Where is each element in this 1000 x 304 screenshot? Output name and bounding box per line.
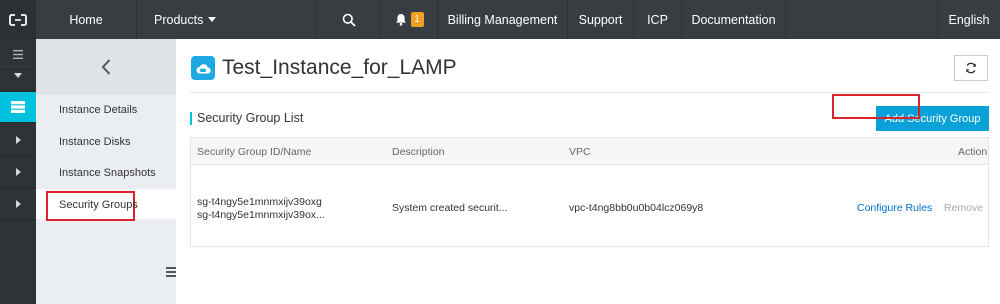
- expand-down-icon[interactable]: [0, 61, 36, 91]
- top-navigation-bar: Home Products 1 Billing Management Suppo…: [0, 0, 1000, 39]
- section-title: Security Group List: [197, 111, 304, 125]
- security-group-table: Security Group ID/Name Description VPC A…: [190, 137, 989, 247]
- page-title: Test_Instance_for_LAMP: [222, 56, 457, 79]
- cloud-instance-icon: [191, 56, 215, 80]
- remove-link[interactable]: Remove: [944, 202, 983, 214]
- security-group-vpc: vpc-t4ng8bb0u0b04lcz069y8: [569, 202, 704, 214]
- notifications-button[interactable]: 1: [381, 0, 438, 39]
- nav-support[interactable]: Support: [568, 0, 634, 39]
- main-content: Test_Instance_for_LAMP Security Group Li…: [176, 39, 1000, 304]
- security-group-name: sg-t4ngy5e1mnmxijv39ox...: [197, 209, 325, 221]
- refresh-button[interactable]: [954, 55, 988, 81]
- sidebar-item-instance-details[interactable]: Instance Details: [59, 104, 137, 116]
- instance-sub-navigation: Instance Details Instance Disks Instance…: [36, 39, 176, 304]
- configure-rules-link[interactable]: Configure Rules: [857, 202, 932, 214]
- sidebar-item-instance-disks[interactable]: Instance Disks: [59, 136, 131, 148]
- chevron-right-icon[interactable]: [0, 189, 36, 220]
- chevron-right-icon[interactable]: [0, 157, 36, 188]
- nav-products-dropdown[interactable]: Products: [137, 0, 317, 39]
- back-button[interactable]: [36, 39, 176, 95]
- security-group-description: System created securit...: [392, 202, 508, 214]
- language-selector[interactable]: English: [937, 0, 1000, 39]
- nav-home[interactable]: Home: [36, 0, 137, 39]
- nav-documentation-label: Documentation: [691, 12, 776, 27]
- column-header-vpc: VPC: [569, 146, 591, 158]
- column-header-description: Description: [392, 146, 445, 158]
- nav-icp[interactable]: ICP: [634, 0, 682, 39]
- column-header-id-name: Security Group ID/Name: [197, 146, 312, 158]
- column-header-action: Action: [958, 146, 988, 158]
- nav-icp-label: ICP: [647, 12, 668, 27]
- product-icon-sidebar: [0, 39, 36, 304]
- search-icon[interactable]: [317, 0, 381, 39]
- caret-down-icon: [208, 17, 217, 22]
- bell-icon: [395, 14, 406, 26]
- nav-support-label: Support: [578, 12, 623, 27]
- nav-products-label: Products: [154, 12, 204, 27]
- divider: [190, 92, 988, 93]
- ecs-server-icon[interactable]: [0, 92, 36, 123]
- sidebar-item-security-groups[interactable]: Security Groups: [59, 199, 138, 211]
- aliyun-logo-icon[interactable]: [0, 0, 36, 39]
- chevron-left-icon: [101, 59, 111, 75]
- notification-count-badge: 1: [410, 12, 424, 27]
- highlight-box: [832, 94, 920, 119]
- sidebar-item-instance-snapshots[interactable]: Instance Snapshots: [59, 167, 156, 179]
- language-label: English: [948, 12, 990, 27]
- nav-billing-label: Billing Management: [447, 12, 558, 27]
- nav-billing-management[interactable]: Billing Management: [438, 0, 568, 39]
- nav-documentation[interactable]: Documentation: [682, 0, 786, 39]
- chevron-right-icon[interactable]: [0, 125, 36, 156]
- section-accent-bar: [190, 112, 192, 125]
- nav-home-label: Home: [69, 12, 103, 27]
- table-header: Security Group ID/Name Description VPC A…: [191, 138, 988, 165]
- refresh-icon: [966, 62, 976, 74]
- table-row: sg-t4ngy5e1mnmxijv39oxg sg-t4ngy5e1mnmxi…: [191, 165, 988, 246]
- security-group-id: sg-t4ngy5e1mnmxijv39oxg: [197, 196, 322, 208]
